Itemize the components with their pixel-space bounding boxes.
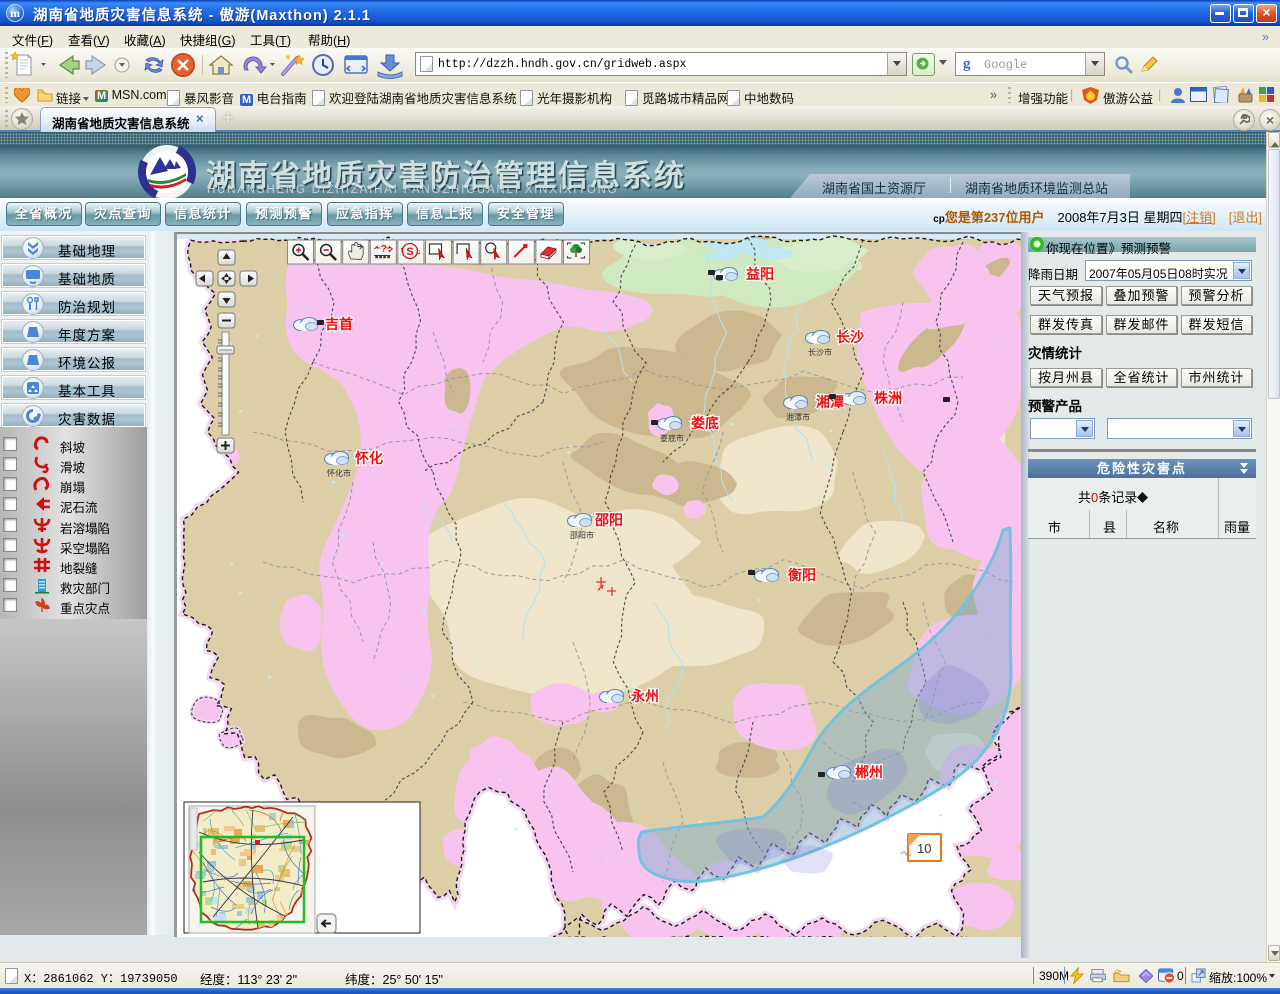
svg-text:株洲: 株洲: [874, 390, 902, 406]
svg-text:衡阳: 衡阳: [788, 567, 816, 583]
svg-text:怀化市: 怀化市: [327, 468, 351, 478]
svg-text:?: ?: [381, 244, 387, 255]
svg-text:邵阳: 邵阳: [594, 512, 623, 528]
svg-text:永州: 永州: [630, 688, 659, 704]
svg-text:S: S: [406, 246, 413, 258]
svg-text:郴州: 郴州: [855, 764, 883, 780]
svg-text:长沙: 长沙: [836, 329, 864, 345]
svg-text:娄底: 娄底: [691, 415, 719, 431]
svg-text:邵阳市: 邵阳市: [570, 530, 594, 540]
svg-text:娄底市: 娄底市: [660, 433, 684, 443]
svg-text:湘潭市: 湘潭市: [786, 412, 810, 422]
svg-text:益阳: 益阳: [746, 266, 774, 282]
svg-text:长沙市: 长沙市: [808, 347, 832, 357]
svg-text:吉首: 吉首: [325, 316, 353, 332]
svg-text:10: 10: [917, 841, 931, 856]
svg-text:怀化: 怀化: [355, 450, 383, 466]
